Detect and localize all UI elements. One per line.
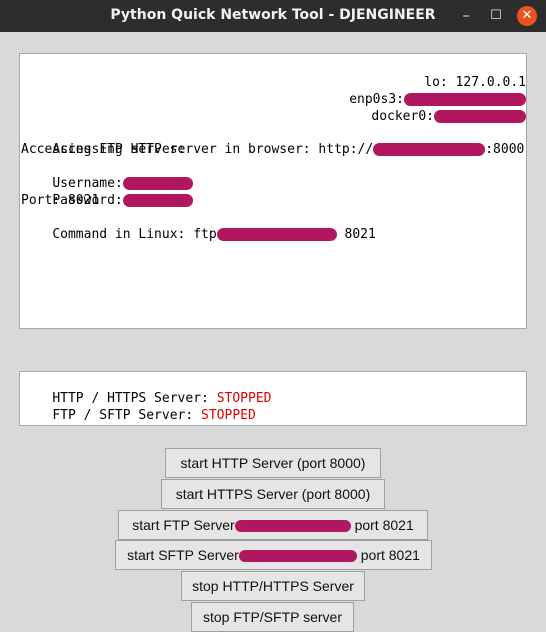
command-port: 8021 (336, 227, 376, 242)
start-ftp-button[interactable]: start FTP Server port 8021 (118, 510, 428, 540)
ftp-status-value: STOPPED (201, 408, 256, 423)
redacted-sftp-button-address (238, 550, 357, 563)
stop-ftp-sftp-button[interactable]: stop FTP/SFTP server (191, 602, 354, 632)
http-access-port: :8000 (485, 142, 525, 157)
close-icon[interactable]: ✕ (517, 6, 537, 26)
start-https-button[interactable]: start HTTPS Server (port 8000) (161, 479, 385, 509)
enp0s3-address-line: enp0s3: (318, 74, 526, 107)
password-line: Password: (21, 175, 193, 208)
maximize-icon[interactable]: ☐ (482, 0, 510, 32)
start-http-button[interactable]: start HTTP Server (port 8000) (165, 448, 381, 478)
redacted-http-address (373, 143, 486, 156)
redacted-ftp-button-address (234, 520, 351, 533)
start-sftp-label: start SFTP Server (127, 547, 239, 563)
ftp-access-line: Accessing FTP server: (21, 142, 186, 157)
redacted-ftp-host (216, 228, 337, 241)
minimize-icon[interactable]: – (452, 0, 480, 32)
linux-command-line: Command in Linux: ftp 8021 (21, 209, 376, 242)
lo-address-line: lo: 127.0.0.1 (393, 57, 526, 90)
start-ftp-port: port 8021 (350, 517, 414, 533)
ftp-status-line: FTP / SFTP Server: STOPPED (21, 390, 256, 423)
window-titlebar: Python Quick Network Tool - DJENGINEER –… (0, 0, 546, 32)
ftp-status-label: FTP / SFTP Server: (52, 408, 202, 423)
info-text-panel[interactable]: lo: 127.0.0.1 enp0s3: docker0: Accessing… (19, 53, 527, 329)
redacted-docker0-address (434, 110, 526, 123)
start-sftp-port: port 8021 (356, 547, 420, 563)
port-line: Port: 8021 (21, 193, 100, 208)
command-prefix: Command in Linux: ftp (52, 227, 217, 242)
redacted-password (122, 194, 193, 207)
server-status-panel[interactable]: HTTP / HTTPS Server: STOPPED FTP / SFTP … (19, 371, 527, 426)
start-ftp-label: start FTP Server (132, 517, 235, 533)
http-access-line: Accessing HTTP server in browser: http:/… (21, 124, 524, 157)
start-sftp-button[interactable]: start SFTP Server port 8021 (115, 540, 432, 570)
docker0-address-line: docker0: (340, 91, 526, 124)
docker0-label: docker0: (371, 109, 434, 124)
username-line: Username: (21, 158, 193, 191)
stop-http-https-button[interactable]: stop HTTP/HTTPS Server (181, 571, 365, 601)
http-status-line: HTTP / HTTPS Server: STOPPED (21, 373, 271, 406)
